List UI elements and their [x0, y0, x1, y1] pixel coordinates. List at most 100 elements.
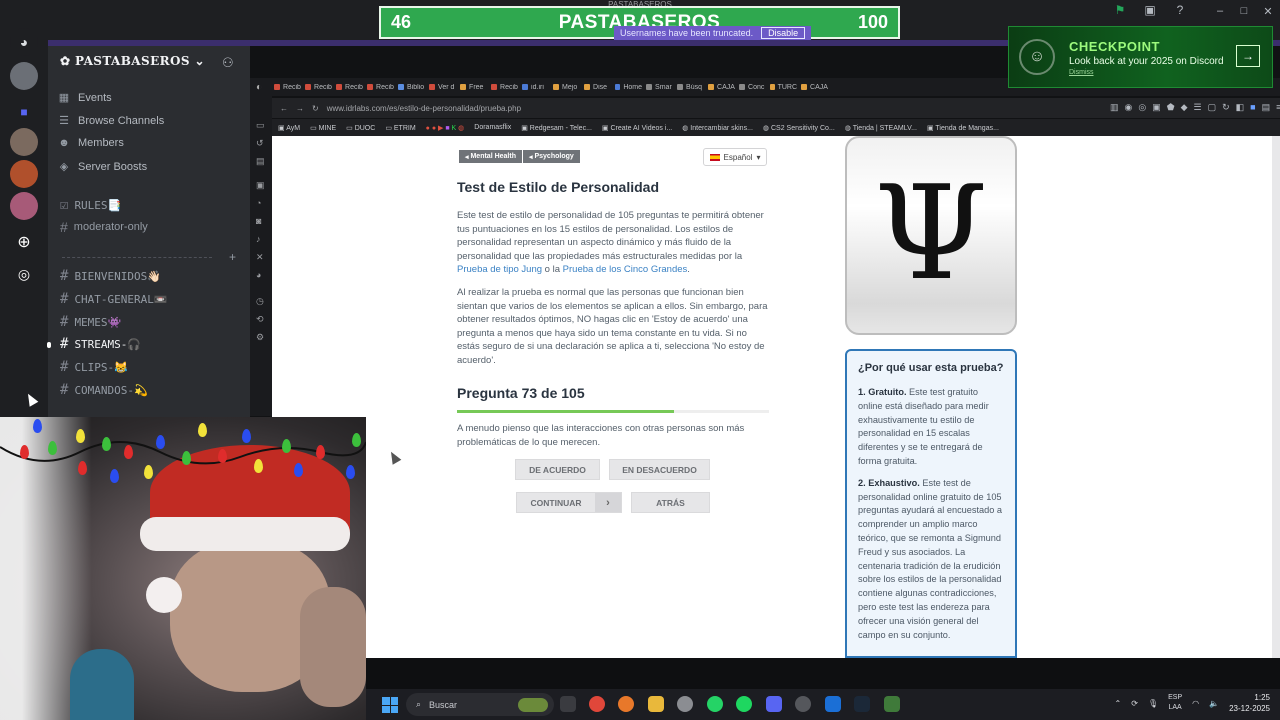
browser-tab[interactable]: Mejo	[553, 84, 580, 91]
instagram-icon[interactable]: ◙	[256, 216, 261, 226]
channel-clips[interactable]: # CLIPS-😹	[60, 359, 128, 375]
language-indicator[interactable]: ESP LAA	[1168, 693, 1182, 713]
invite-icon[interactable]: ⚇	[222, 55, 234, 71]
browser-tab[interactable]: CAJA	[801, 84, 828, 91]
extension-icon[interactable]: ▢	[1208, 102, 1217, 113]
checkpoint-banner[interactable]: ☺ CHECKPOINT Look back at your 2025 on D…	[1008, 26, 1273, 88]
clock-icon[interactable]: ◷	[256, 296, 264, 307]
link-jung-test[interactable]: Prueba de tipo Jung	[457, 264, 542, 275]
maximize-button[interactable]: □	[1232, 0, 1256, 22]
browser-tab[interactable]: Free	[460, 84, 487, 91]
agree-button[interactable]: DE ACUERDO	[515, 459, 600, 480]
bookmark-folder[interactable]: ▭ ETRIM	[385, 124, 415, 132]
channel-bienvenidos[interactable]: # BIENVENIDOS👋🏻	[60, 268, 161, 284]
bookmark[interactable]: Doramasflix	[474, 124, 511, 131]
bookmark[interactable]: ◍ Intercambiar skins...	[682, 124, 753, 132]
extension-icon[interactable]: ▥	[1110, 102, 1119, 113]
add-server-icon[interactable]: ⊕	[10, 228, 38, 256]
extension-icon[interactable]: ◧	[1236, 102, 1245, 113]
settings-app-icon[interactable]	[677, 696, 693, 712]
help-icon[interactable]: ?	[1172, 2, 1188, 18]
url-text[interactable]: www.idrlabs.com/es/estilo-de-personalida…	[327, 104, 521, 113]
mic-icon[interactable]: 🎙	[1148, 699, 1158, 708]
bookmark[interactable]: ◍ CS2 Sensitivity Co...	[763, 124, 835, 132]
extension-icon[interactable]: ☰	[1194, 102, 1202, 113]
windows-start-icon[interactable]	[382, 697, 398, 713]
extension-icon[interactable]: ◎	[1138, 102, 1146, 113]
server-name[interactable]: ✿ PASTABASEROS ⌄	[60, 54, 205, 68]
bookmark-folder[interactable]: ▭ DUOC	[346, 124, 375, 132]
minimize-button[interactable]: –	[1208, 0, 1232, 22]
x-icon[interactable]: ✕	[256, 252, 264, 263]
task-view-icon[interactable]	[560, 696, 576, 712]
server-icon[interactable]	[10, 128, 38, 156]
browser-tab[interactable]: Recib	[305, 84, 332, 91]
browser-tab[interactable]: Conc	[739, 84, 766, 91]
history-icon[interactable]: ↺	[256, 138, 264, 149]
bookmark[interactable]: ▣ Redgesam - Telec...	[521, 124, 592, 132]
bookmark[interactable]: ▣ AyM	[278, 124, 300, 132]
app-icon[interactable]	[825, 696, 841, 712]
bookmark[interactable]: ◍ Tienda | STEAMLV...	[845, 124, 917, 132]
file-explorer-icon[interactable]	[648, 696, 664, 712]
channel-moderator-only[interactable]: # moderator-only	[60, 219, 148, 235]
browser-tab[interactable]: TURC	[770, 84, 797, 91]
browser-tab[interactable]: Biblio	[398, 84, 425, 91]
forward-icon[interactable]: →	[296, 104, 304, 113]
bookmark[interactable]: ▣ Create AI Videos i...	[602, 124, 672, 132]
disagree-button[interactable]: EN DESACUERDO	[609, 459, 710, 480]
channel-streams[interactable]: # STREAMS-🎧	[60, 336, 141, 352]
link-big-five-test[interactable]: Prueba de los Cinco Grandes	[563, 264, 688, 275]
refresh-icon[interactable]: ⟲	[256, 314, 264, 325]
checkpoint-dismiss[interactable]: Dismiss	[1069, 69, 1224, 76]
server-icon-active[interactable]	[10, 62, 38, 90]
bookmark-icons[interactable]: ● ● ▶ ■ K ◍	[426, 124, 465, 132]
wifi-icon[interactable]: ◠	[1192, 699, 1199, 708]
continue-button[interactable]: CONTINUAR ›	[516, 492, 622, 513]
language-select[interactable]: Español ▾	[703, 148, 767, 166]
arrow-right-icon[interactable]: →	[1236, 45, 1260, 67]
close-button[interactable]: ✕	[1256, 0, 1280, 22]
menu-icon[interactable]: ≡	[1276, 102, 1280, 113]
channel-memes[interactable]: # MEMES👾	[60, 314, 121, 330]
sidebar-icon[interactable]: ▤	[256, 156, 265, 167]
reload-icon[interactable]: ↻	[312, 104, 319, 113]
channel-comandos[interactable]: # COMANDOS-💫	[60, 382, 148, 398]
nav-events[interactable]: ▦ Events	[58, 91, 112, 105]
back-icon[interactable]: ←	[280, 104, 288, 113]
browser-tab[interactable]: Dise	[584, 84, 611, 91]
disable-button[interactable]: Disable	[761, 27, 806, 39]
bookmark-folder[interactable]: ▭ MINE	[310, 124, 336, 132]
channel-chat-general[interactable]: # CHAT-GENERAL📼	[60, 291, 168, 307]
sidebar-icon[interactable]: ▭	[256, 120, 265, 131]
tag-psychology[interactable]: ◂ Psychology	[523, 150, 580, 163]
extension-icon[interactable]: ◉	[1125, 102, 1133, 113]
browser-tab[interactable]: Ver d	[429, 84, 456, 91]
page-scrollbar[interactable]	[1272, 136, 1280, 658]
settings-icon[interactable]: ⚙	[256, 332, 264, 343]
nav-members[interactable]: ☻ Members	[58, 137, 124, 149]
browser-tab[interactable]: Recib	[274, 84, 301, 91]
extension-icon[interactable]: ▤	[1262, 102, 1271, 113]
nav-server-boosts[interactable]: ◈ Server Boosts	[58, 160, 147, 174]
add-channel-icon[interactable]: +	[229, 250, 236, 264]
sync-icon[interactable]: ⟳	[1131, 699, 1138, 708]
channel-rules[interactable]: ☑ RULES📑	[60, 197, 121, 213]
extension-icon[interactable]: ◆	[1181, 102, 1188, 113]
browser-tab[interactable]: Recib	[491, 84, 518, 91]
browser-tab[interactable]: Búsq	[677, 84, 704, 91]
inbox-icon[interactable]: ▣	[1142, 2, 1158, 18]
taskbar-search[interactable]: ⌕ Buscar	[406, 693, 554, 716]
server-icon[interactable]	[10, 192, 38, 220]
bookmark[interactable]: ▣ Tienda de Mangas...	[927, 124, 999, 132]
profile-icon[interactable]: ■	[1250, 102, 1255, 113]
extension-icon[interactable]: ▣	[1152, 102, 1161, 113]
spotify-icon[interactable]	[736, 696, 752, 712]
chevron-up-icon[interactable]: ⌃	[1115, 699, 1122, 708]
app-icon[interactable]	[884, 696, 900, 712]
volume-icon[interactable]: 🔈	[1209, 699, 1219, 708]
whatsapp-app-icon[interactable]	[707, 696, 723, 712]
discord-icon[interactable]: ◕	[256, 270, 261, 280]
firefox-icon[interactable]	[618, 696, 634, 712]
clock[interactable]: 1:25 23-12-2025	[1229, 692, 1270, 714]
